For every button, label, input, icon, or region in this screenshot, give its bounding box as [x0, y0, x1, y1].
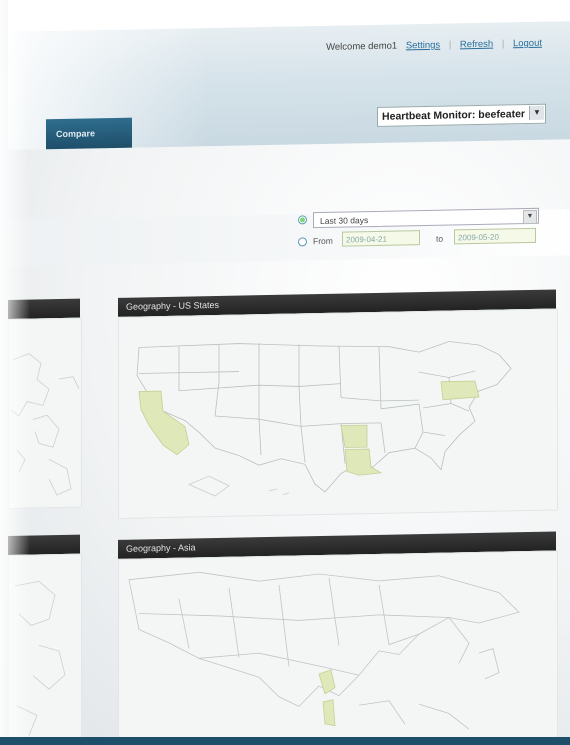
from-date-input[interactable]: 2009-04-21 [342, 230, 420, 247]
state-california [138, 390, 190, 456]
bottom-bar [0, 737, 570, 745]
nav-separator: | [501, 38, 505, 50]
us-states-map[interactable] [119, 309, 557, 517]
monitor-select-value: Heartbeat Monitor: beefeater [382, 108, 525, 123]
country-highlight-1 [318, 669, 336, 695]
tab-compare[interactable]: Compare [46, 117, 132, 150]
nav-separator: | [448, 39, 452, 51]
panel-asia-title: Geography - Asia [126, 542, 196, 554]
logout-link[interactable]: Logout [513, 38, 542, 50]
settings-link[interactable]: Settings [406, 40, 440, 52]
to-date-input[interactable]: 2009-05-20 [454, 227, 536, 245]
refresh-link[interactable]: Refresh [460, 39, 493, 51]
panel-us-states-title: Geography - US States [126, 299, 220, 312]
edge-fade [0, 0, 30, 745]
chevron-down-icon[interactable]: ▼ [529, 105, 544, 120]
dashboard-page: Welcome demo1 Settings | Refresh | Logou… [8, 0, 570, 745]
to-label: to [436, 233, 444, 244]
country-highlight-2 [322, 699, 336, 727]
chevron-down-icon[interactable]: ▼ [523, 209, 537, 225]
asia-map[interactable] [119, 551, 557, 745]
state-arkansas [340, 424, 368, 448]
monitor-select[interactable]: Heartbeat Monitor: beefeater ▼ [377, 103, 546, 127]
welcome-text: Welcome demo1 [326, 40, 398, 53]
range-preset-value: Last 30 days [320, 215, 369, 227]
state-louisiana [344, 448, 383, 476]
state-pennsylvania [440, 380, 480, 401]
screenshot-stage: Welcome demo1 Settings | Refresh | Logou… [0, 0, 570, 745]
panel-asia [118, 550, 558, 745]
from-label: From [313, 235, 333, 247]
panel-us-states [118, 308, 558, 519]
